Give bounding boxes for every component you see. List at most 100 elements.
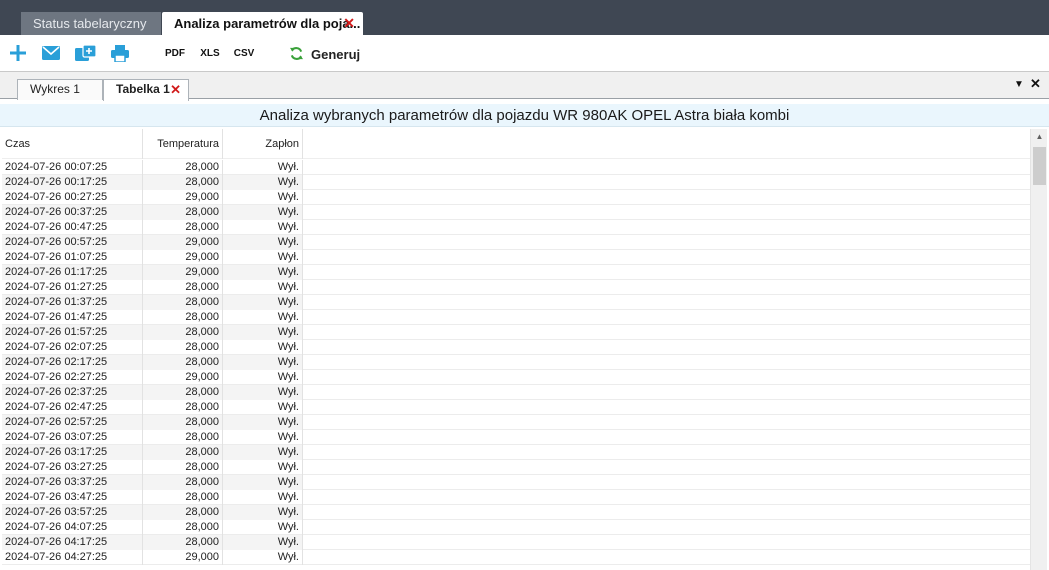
table-row[interactable]: 2024-07-26 03:37:25 28,000 Wył. bbox=[2, 475, 1030, 490]
cell-temperatura: 28,000 bbox=[143, 475, 223, 490]
table-body: 2024-07-26 00:07:25 28,000 Wył. 2024-07-26 … bbox=[2, 160, 1030, 565]
cell-czas: 2024-07-26 02:27:25 bbox=[2, 370, 143, 385]
close-icon[interactable]: ✕ bbox=[170, 80, 181, 99]
cell-temperatura: 28,000 bbox=[143, 445, 223, 460]
cell-zaplon: Wył. bbox=[223, 340, 303, 355]
cell-czas: 2024-07-26 04:17:25 bbox=[2, 535, 143, 550]
table-row[interactable]: 2024-07-26 02:47:25 28,000 Wył. bbox=[2, 400, 1030, 415]
cell-zaplon: Wył. bbox=[223, 475, 303, 490]
cell-zaplon: Wył. bbox=[223, 280, 303, 295]
table-row[interactable]: 2024-07-26 02:27:25 29,000 Wył. bbox=[2, 370, 1030, 385]
pdf-export-button[interactable]: PDF bbox=[160, 43, 192, 63]
cell-zaplon: Wył. bbox=[223, 460, 303, 475]
table-row[interactable]: 2024-07-26 00:47:25 28,000 Wył. bbox=[2, 220, 1030, 235]
cell-temperatura: 28,000 bbox=[143, 520, 223, 535]
cell-temperatura: 29,000 bbox=[143, 190, 223, 205]
dropdown-arrow-icon[interactable]: ▼ bbox=[1014, 79, 1024, 90]
table-row[interactable]: 2024-07-26 00:17:25 28,000 Wył. bbox=[2, 175, 1030, 190]
cell-czas: 2024-07-26 01:57:25 bbox=[2, 325, 143, 340]
table-row[interactable]: 2024-07-26 02:17:25 28,000 Wył. bbox=[2, 355, 1030, 370]
vertical-scrollbar[interactable]: ▲ bbox=[1030, 129, 1047, 570]
cell-zaplon: Wył. bbox=[223, 220, 303, 235]
table-row[interactable]: 2024-07-26 00:27:25 29,000 Wył. bbox=[2, 190, 1030, 205]
table-row[interactable]: 2024-07-26 03:17:25 28,000 Wył. bbox=[2, 445, 1030, 460]
report-title: Analiza wybranych parametrów dla pojazdu… bbox=[0, 104, 1049, 127]
cell-zaplon: Wył. bbox=[223, 490, 303, 505]
scroll-up-icon[interactable]: ▲ bbox=[1031, 129, 1048, 145]
table-row[interactable]: 2024-07-26 02:07:25 28,000 Wył. bbox=[2, 340, 1030, 355]
tab-label: Wykres 1 bbox=[30, 82, 80, 96]
table-row[interactable]: 2024-07-26 04:27:25 29,000 Wył. bbox=[2, 550, 1030, 565]
table-row[interactable]: 2024-07-26 04:07:25 28,000 Wył. bbox=[2, 520, 1030, 535]
tab-label: Tabelka 1 bbox=[116, 82, 170, 96]
tab-tabelka-1[interactable]: Tabelka 1 ✕ bbox=[103, 79, 189, 101]
table-row[interactable]: 2024-07-26 00:37:25 28,000 Wył. bbox=[2, 205, 1030, 220]
table-row[interactable]: 2024-07-26 01:37:25 28,000 Wył. bbox=[2, 295, 1030, 310]
cell-czas: 2024-07-26 01:07:25 bbox=[2, 250, 143, 265]
cell-czas: 2024-07-26 03:47:25 bbox=[2, 490, 143, 505]
cell-temperatura: 28,000 bbox=[143, 460, 223, 475]
cell-zaplon: Wył. bbox=[223, 415, 303, 430]
cell-temperatura: 28,000 bbox=[143, 325, 223, 340]
csv-export-button[interactable]: CSV bbox=[229, 43, 262, 63]
cell-zaplon: Wył. bbox=[223, 535, 303, 550]
mail-icon[interactable] bbox=[42, 43, 60, 63]
pdf-label: PDF bbox=[165, 47, 185, 59]
cell-temperatura: 28,000 bbox=[143, 175, 223, 190]
xls-export-button[interactable]: XLS bbox=[195, 43, 227, 63]
generate-button[interactable]: Generuj bbox=[311, 47, 360, 62]
scrollbar-thumb[interactable] bbox=[1033, 147, 1046, 185]
print-icon[interactable] bbox=[111, 43, 129, 63]
cell-czas: 2024-07-26 01:47:25 bbox=[2, 310, 143, 325]
table-row[interactable]: 2024-07-26 03:27:25 28,000 Wył. bbox=[2, 460, 1030, 475]
cell-zaplon: Wył. bbox=[223, 445, 303, 460]
cell-zaplon: Wył. bbox=[223, 355, 303, 370]
tab-wykres-1[interactable]: Wykres 1 bbox=[17, 79, 103, 100]
cell-temperatura: 28,000 bbox=[143, 535, 223, 550]
add-icon[interactable] bbox=[9, 43, 27, 63]
export-icon[interactable] bbox=[75, 43, 97, 63]
refresh-icon[interactable] bbox=[288, 43, 304, 63]
table-row[interactable]: 2024-07-26 00:57:25 29,000 Wył. bbox=[2, 235, 1030, 250]
cell-zaplon: Wył. bbox=[223, 430, 303, 445]
table-row[interactable]: 2024-07-26 03:57:25 28,000 Wył. bbox=[2, 505, 1030, 520]
table-row[interactable]: 2024-07-26 02:57:25 28,000 Wył. bbox=[2, 415, 1030, 430]
column-header-czas[interactable]: Czas bbox=[2, 129, 143, 159]
table-row[interactable]: 2024-07-26 00:07:25 28,000 Wył. bbox=[2, 160, 1030, 175]
cell-zaplon: Wył. bbox=[223, 520, 303, 535]
cell-czas: 2024-07-26 02:07:25 bbox=[2, 340, 143, 355]
cell-czas: 2024-07-26 01:37:25 bbox=[2, 295, 143, 310]
cell-czas: 2024-07-26 00:07:25 bbox=[2, 160, 143, 175]
table-row[interactable]: 2024-07-26 03:07:25 28,000 Wył. bbox=[2, 430, 1030, 445]
column-header-temperatura[interactable]: Temperatura bbox=[143, 129, 223, 159]
column-header-zaplon[interactable]: Zapłon bbox=[223, 129, 303, 159]
cell-temperatura: 29,000 bbox=[143, 370, 223, 385]
table-row[interactable]: 2024-07-26 01:07:25 29,000 Wył. bbox=[2, 250, 1030, 265]
table-row[interactable]: 2024-07-26 03:47:25 28,000 Wył. bbox=[2, 490, 1030, 505]
table-row[interactable]: 2024-07-26 01:47:25 28,000 Wył. bbox=[2, 310, 1030, 325]
xls-label: XLS bbox=[200, 47, 220, 59]
cell-temperatura: 29,000 bbox=[143, 550, 223, 565]
cell-czas: 2024-07-26 03:17:25 bbox=[2, 445, 143, 460]
cell-czas: 2024-07-26 04:27:25 bbox=[2, 550, 143, 565]
cell-temperatura: 29,000 bbox=[143, 250, 223, 265]
table-row[interactable]: 2024-07-26 01:17:25 29,000 Wył. bbox=[2, 265, 1030, 280]
close-icon[interactable]: ✕ bbox=[343, 12, 355, 35]
document-tab-bar: Status tabelaryczny Analiza parametrów d… bbox=[0, 0, 1049, 35]
table-row[interactable]: 2024-07-26 02:37:25 28,000 Wył. bbox=[2, 385, 1030, 400]
cell-temperatura: 28,000 bbox=[143, 295, 223, 310]
table-header: Czas Temperatura Zapłon bbox=[2, 129, 1030, 159]
table-row[interactable]: 2024-07-26 04:17:25 28,000 Wył. bbox=[2, 535, 1030, 550]
table-row[interactable]: 2024-07-26 01:27:25 28,000 Wył. bbox=[2, 280, 1030, 295]
cell-czas: 2024-07-26 03:57:25 bbox=[2, 505, 143, 520]
close-panel-icon[interactable]: ✕ bbox=[1030, 76, 1041, 92]
tab-status-tabelaryczny[interactable]: Status tabelaryczny bbox=[21, 12, 161, 35]
cell-temperatura: 28,000 bbox=[143, 205, 223, 220]
tab-label: Analiza parametrów dla poja... bbox=[174, 16, 361, 31]
cell-temperatura: 28,000 bbox=[143, 415, 223, 430]
tab-analiza-parametrow[interactable]: Analiza parametrów dla poja... ✕ bbox=[162, 12, 363, 35]
table-row[interactable]: 2024-07-26 01:57:25 28,000 Wył. bbox=[2, 325, 1030, 340]
cell-zaplon: Wył. bbox=[223, 370, 303, 385]
toolbar: PDF XLS CSV Generuj bbox=[0, 35, 1049, 72]
cell-czas: 2024-07-26 02:37:25 bbox=[2, 385, 143, 400]
